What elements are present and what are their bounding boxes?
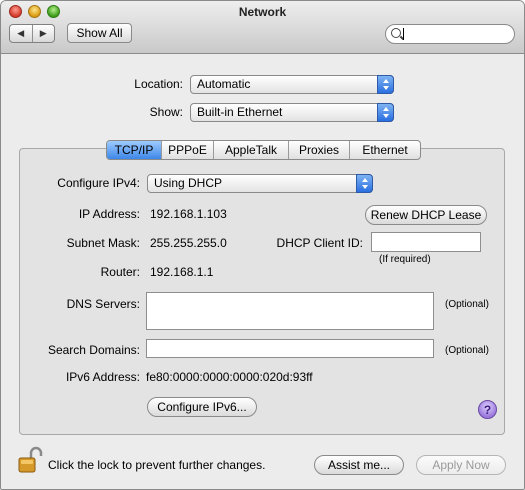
help-icon[interactable]: ? [478, 400, 497, 419]
popup-arrows-icon [356, 174, 373, 193]
dhcp-client-id-label: DHCP Client ID: [276, 236, 363, 250]
search-field[interactable] [385, 24, 515, 44]
tab-pppoe[interactable]: PPPoE [162, 141, 214, 159]
lock-message: Click the lock to prevent further change… [48, 458, 266, 472]
location-label: Location: [134, 77, 183, 91]
if-required-hint: (If required) [379, 254, 431, 265]
tab-tcp-ip[interactable]: TCP/IP [107, 141, 162, 159]
assist-me-button[interactable]: Assist me... [314, 455, 404, 475]
search-icon [391, 28, 401, 38]
popup-arrows-icon [377, 75, 394, 94]
unlocked-padlock-icon[interactable] [17, 445, 43, 475]
location-value: Automatic [197, 77, 251, 91]
subnet-mask-label: Subnet Mask: [66, 236, 140, 250]
show-value: Built-in Ethernet [197, 105, 283, 119]
tab-proxies[interactable]: Proxies [289, 141, 350, 159]
search-domains-optional-hint: (Optional) [445, 345, 489, 356]
tab-ethernet[interactable]: Ethernet [350, 141, 420, 159]
show-all-button[interactable]: Show All [67, 23, 132, 43]
title-bar: Network ◀ ▶ Show All [1, 1, 524, 54]
router-label: Router: [100, 265, 140, 279]
configure-ipv4-popup[interactable]: Using DHCP [147, 174, 373, 193]
search-domains-field[interactable] [146, 339, 434, 358]
configure-ipv4-label: Configure IPv4: [57, 176, 140, 190]
ipv6-address-label: IPv6 Address: [65, 370, 140, 384]
apply-now-button: Apply Now [416, 455, 506, 475]
ip-address-label: IP Address: [78, 207, 140, 221]
dns-optional-hint: (Optional) [445, 299, 489, 310]
dns-servers-label: DNS Servers: [66, 297, 140, 311]
text-caret [403, 28, 404, 40]
configure-ipv4-value: Using DHCP [154, 176, 223, 190]
renew-dhcp-lease-button[interactable]: Renew DHCP Lease [365, 205, 487, 225]
back-forward-control: ◀ ▶ [9, 24, 55, 43]
tab-appletalk[interactable]: AppleTalk [214, 141, 289, 159]
show-popup[interactable]: Built-in Ethernet [190, 103, 394, 122]
ip-address-value: 192.168.1.103 [150, 207, 227, 221]
forward-arrow-icon[interactable]: ▶ [33, 25, 55, 42]
tab-bar: TCP/IP PPPoE AppleTalk Proxies Ethernet [106, 140, 421, 160]
popup-arrows-icon [377, 103, 394, 122]
subnet-mask-value: 255.255.255.0 [150, 236, 227, 250]
location-popup[interactable]: Automatic [190, 75, 394, 94]
network-preferences-window: Network ◀ ▶ Show All Location: Automatic… [0, 0, 525, 490]
search-domains-label: Search Domains: [47, 343, 140, 357]
window-title: Network [238, 5, 287, 19]
router-value: 192.168.1.1 [150, 265, 214, 279]
dhcp-client-id-field[interactable] [371, 232, 481, 252]
configure-ipv6-button[interactable]: Configure IPv6... [147, 397, 257, 417]
show-label: Show: [149, 105, 183, 119]
back-arrow-icon[interactable]: ◀ [10, 25, 33, 42]
dns-servers-field[interactable] [146, 292, 434, 330]
ipv6-address-value: fe80:0000:0000:0000:020d:93ff [146, 370, 313, 384]
